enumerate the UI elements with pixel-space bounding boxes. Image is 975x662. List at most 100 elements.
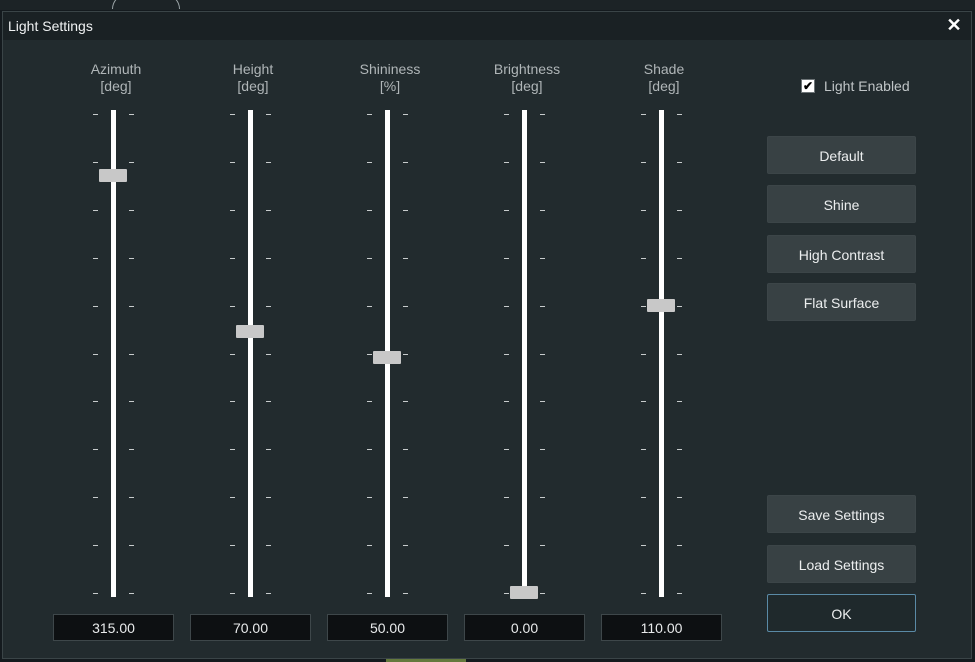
slider-tick: [677, 401, 682, 402]
slider-tick: [129, 497, 134, 498]
slider-tick: [129, 210, 134, 211]
load-settings-button[interactable]: Load Settings: [767, 545, 916, 583]
shine-button[interactable]: Shine: [767, 185, 916, 223]
azimuth-value-field[interactable]: [53, 614, 174, 641]
slider-tick: [641, 401, 646, 402]
slider-tick: [367, 306, 372, 307]
slider-shade: Shade [deg]: [589, 12, 739, 641]
slider-tick: [403, 210, 408, 211]
slider-tick: [230, 210, 235, 211]
slider-tick: [266, 258, 271, 259]
slider-label: Brightness [deg]: [452, 61, 602, 95]
slider-unit: [%]: [379, 78, 401, 94]
slider-tick: [677, 449, 682, 450]
slider-tick: [403, 306, 408, 307]
slider-thumb[interactable]: [236, 325, 264, 338]
slider-thumb[interactable]: [99, 169, 127, 182]
close-icon[interactable]: ✕: [945, 15, 963, 35]
slider-tick: [403, 593, 408, 594]
slider-tick: [677, 497, 682, 498]
save-settings-button[interactable]: Save Settings: [767, 495, 916, 533]
background-shape: [112, 0, 180, 9]
slider-tick: [129, 593, 134, 594]
slider-thumb[interactable]: [510, 586, 538, 599]
slider-unit: [deg]: [100, 78, 132, 94]
brightness-value-field[interactable]: [464, 614, 585, 641]
slider-track[interactable]: [111, 110, 116, 597]
slider-tick: [93, 114, 98, 115]
slider-tick: [540, 114, 545, 115]
slider-tick: [266, 354, 271, 355]
slider-tick: [641, 162, 646, 163]
slider-thumb[interactable]: [373, 351, 401, 364]
slider-tick: [504, 497, 509, 498]
shininess-value-field[interactable]: [327, 614, 448, 641]
slider-tick: [504, 593, 509, 594]
slider-tick: [266, 401, 271, 402]
slider-track[interactable]: [659, 110, 664, 597]
slider-brightness: Brightness [deg]: [452, 12, 602, 641]
slider-label: Azimuth [deg]: [41, 61, 191, 95]
slider-tick: [367, 114, 372, 115]
shade-value-field[interactable]: [601, 614, 722, 641]
slider-tick: [403, 258, 408, 259]
ok-button[interactable]: OK: [767, 594, 916, 632]
slider-name: Height: [232, 61, 274, 77]
slider-tick: [504, 306, 509, 307]
slider-tick: [540, 497, 545, 498]
height-value-field[interactable]: [190, 614, 311, 641]
slider-tick: [504, 354, 509, 355]
slider-tick: [129, 545, 134, 546]
slider-tick: [677, 354, 682, 355]
slider-tick: [93, 354, 98, 355]
slider-tick: [230, 593, 235, 594]
slider-track[interactable]: [522, 110, 527, 597]
slider-tick: [230, 258, 235, 259]
slider-tick: [641, 449, 646, 450]
slider-tick: [93, 306, 98, 307]
slider-tick: [129, 354, 134, 355]
slider-tick: [677, 258, 682, 259]
slider-tick: [540, 545, 545, 546]
slider-tick: [504, 114, 509, 115]
slider-name: Azimuth: [90, 61, 142, 77]
slider-tick: [129, 114, 134, 115]
slider-track[interactable]: [248, 110, 253, 597]
slider-tick: [641, 306, 646, 307]
slider-tick: [677, 162, 682, 163]
slider-tick: [230, 114, 235, 115]
slider-tick: [504, 401, 509, 402]
slider-tick: [367, 258, 372, 259]
slider-tick: [677, 210, 682, 211]
slider-tick: [266, 545, 271, 546]
slider-tick: [403, 449, 408, 450]
slider-tick: [367, 545, 372, 546]
slider-thumb[interactable]: [647, 299, 675, 312]
slider-tick: [230, 449, 235, 450]
slider-tick: [129, 162, 134, 163]
default-button[interactable]: Default: [767, 136, 916, 174]
slider-tick: [403, 401, 408, 402]
slider-tick: [504, 449, 509, 450]
slider-name: Brightness: [493, 61, 561, 77]
check-icon[interactable]: ✔: [801, 79, 815, 93]
slider-tick: [504, 210, 509, 211]
slider-tick: [540, 354, 545, 355]
slider-tick: [504, 162, 509, 163]
high-contrast-button[interactable]: High Contrast: [767, 235, 916, 273]
slider-tick: [93, 210, 98, 211]
slider-tick: [129, 449, 134, 450]
slider-tick: [403, 497, 408, 498]
slider-tick: [230, 401, 235, 402]
slider-tick: [93, 449, 98, 450]
slider-tick: [93, 497, 98, 498]
slider-tick: [677, 114, 682, 115]
slider-tick: [504, 258, 509, 259]
slider-tick: [230, 354, 235, 355]
slider-shininess: Shininess [%]: [315, 12, 465, 641]
slider-unit: [deg]: [237, 78, 269, 94]
slider-tick: [367, 593, 372, 594]
slider-label: Shininess [%]: [315, 61, 465, 95]
flat-surface-button[interactable]: Flat Surface: [767, 283, 916, 321]
slider-tick: [93, 545, 98, 546]
